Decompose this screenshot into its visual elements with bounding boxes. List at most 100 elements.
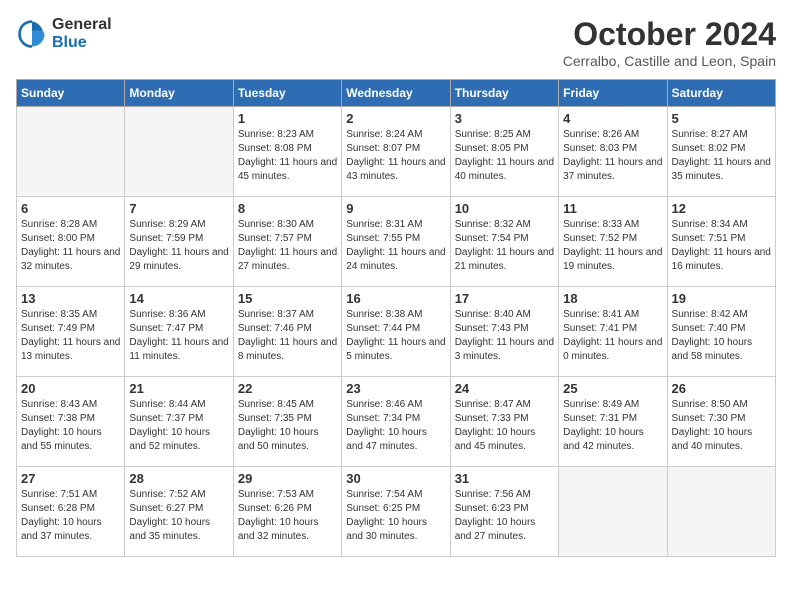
day-number: 2 bbox=[346, 111, 445, 126]
calendar-cell: 16 Sunrise: 8:38 AMSunset: 7:44 PMDayligh… bbox=[342, 287, 450, 377]
calendar-cell: 21Sunrise: 8:44 AMSunset: 7:37 PMDayligh… bbox=[125, 377, 233, 467]
day-info: Sunrise: 8:42 AMSunset: 7:40 PMDaylight:… bbox=[672, 308, 771, 364]
calendar-cell: 11 Sunrise: 8:33 AMSunset: 7:52 PMDayligh… bbox=[559, 197, 667, 287]
day-number: 12 bbox=[672, 201, 771, 216]
header-tuesday: Tuesday bbox=[233, 80, 341, 107]
day-number: 9 bbox=[346, 201, 445, 216]
calendar-cell: 6 Sunrise: 8:28 AMSunset: 8:00 PMDaylight… bbox=[17, 197, 125, 287]
day-number: 25 bbox=[563, 381, 662, 396]
day-info: Sunrise: 8:49 AMSunset: 7:31 PMDaylight:… bbox=[563, 398, 662, 454]
day-info: Sunrise: 8:37 AMSunset: 7:46 PMDaylight:… bbox=[238, 308, 337, 364]
calendar-cell: 26Sunrise: 8:50 AMSunset: 7:30 PMDayligh… bbox=[667, 377, 775, 467]
day-info: Sunrise: 8:31 AMSunset: 7:55 PMDaylight:… bbox=[346, 218, 445, 274]
day-info: Sunrise: 7:54 AMSunset: 6:25 PMDaylight:… bbox=[346, 488, 445, 544]
day-number: 18 bbox=[563, 291, 662, 306]
page-header: General Blue October 2024 Cerralbo, Cast… bbox=[16, 16, 776, 69]
header-monday: Monday bbox=[125, 80, 233, 107]
day-info: Sunrise: 8:38 AMSunset: 7:44 PMDaylight:… bbox=[346, 308, 445, 364]
calendar-week-row: 1 Sunrise: 8:23 AMSunset: 8:08 PMDaylight… bbox=[17, 107, 776, 197]
logo-blue: Blue bbox=[52, 34, 112, 52]
day-info: Sunrise: 8:47 AMSunset: 7:33 PMDaylight:… bbox=[455, 398, 554, 454]
day-number: 6 bbox=[21, 201, 120, 216]
day-info: Sunrise: 8:33 AMSunset: 7:52 PMDaylight:… bbox=[563, 218, 662, 274]
calendar-week-row: 27Sunrise: 7:51 AMSunset: 6:28 PMDayligh… bbox=[17, 467, 776, 557]
day-info: Sunrise: 8:25 AMSunset: 8:05 PMDaylight:… bbox=[455, 128, 554, 184]
day-info: Sunrise: 8:28 AMSunset: 8:00 PMDaylight:… bbox=[21, 218, 120, 274]
day-number: 14 bbox=[129, 291, 228, 306]
calendar-week-row: 6 Sunrise: 8:28 AMSunset: 8:00 PMDaylight… bbox=[17, 197, 776, 287]
day-number: 4 bbox=[563, 111, 662, 126]
header-sunday: Sunday bbox=[17, 80, 125, 107]
day-number: 29 bbox=[238, 471, 337, 486]
calendar-cell: 7 Sunrise: 8:29 AMSunset: 7:59 PMDaylight… bbox=[125, 197, 233, 287]
calendar-week-row: 20Sunrise: 8:43 AMSunset: 7:38 PMDayligh… bbox=[17, 377, 776, 467]
day-info: Sunrise: 8:29 AMSunset: 7:59 PMDaylight:… bbox=[129, 218, 228, 274]
day-info: Sunrise: 7:51 AMSunset: 6:28 PMDaylight:… bbox=[21, 488, 120, 544]
day-number: 31 bbox=[455, 471, 554, 486]
day-info: Sunrise: 8:24 AMSunset: 8:07 PMDaylight:… bbox=[346, 128, 445, 184]
calendar-cell: 9 Sunrise: 8:31 AMSunset: 7:55 PMDaylight… bbox=[342, 197, 450, 287]
calendar-cell: 1 Sunrise: 8:23 AMSunset: 8:08 PMDaylight… bbox=[233, 107, 341, 197]
calendar-cell bbox=[17, 107, 125, 197]
calendar-cell: 20Sunrise: 8:43 AMSunset: 7:38 PMDayligh… bbox=[17, 377, 125, 467]
day-number: 7 bbox=[129, 201, 228, 216]
day-number: 1 bbox=[238, 111, 337, 126]
calendar-cell bbox=[125, 107, 233, 197]
day-number: 16 bbox=[346, 291, 445, 306]
calendar-cell: 13 Sunrise: 8:35 AMSunset: 7:49 PMDayligh… bbox=[17, 287, 125, 377]
calendar-week-row: 13 Sunrise: 8:35 AMSunset: 7:49 PMDayligh… bbox=[17, 287, 776, 377]
calendar-cell: 23 Sunrise: 8:46 AMSunset: 7:34 PMDayligh… bbox=[342, 377, 450, 467]
calendar-cell: 3 Sunrise: 8:25 AMSunset: 8:05 PMDaylight… bbox=[450, 107, 558, 197]
calendar-cell: 25 Sunrise: 8:49 AMSunset: 7:31 PMDayligh… bbox=[559, 377, 667, 467]
day-info: Sunrise: 8:23 AMSunset: 8:08 PMDaylight:… bbox=[238, 128, 337, 184]
calendar-cell: 4 Sunrise: 8:26 AMSunset: 8:03 PMDaylight… bbox=[559, 107, 667, 197]
day-info: Sunrise: 8:30 AMSunset: 7:57 PMDaylight:… bbox=[238, 218, 337, 274]
header-saturday: Saturday bbox=[667, 80, 775, 107]
day-number: 19 bbox=[672, 291, 771, 306]
calendar-cell: 27Sunrise: 7:51 AMSunset: 6:28 PMDayligh… bbox=[17, 467, 125, 557]
calendar-cell bbox=[667, 467, 775, 557]
calendar-cell bbox=[559, 467, 667, 557]
day-info: Sunrise: 8:27 AMSunset: 8:02 PMDaylight:… bbox=[672, 128, 771, 184]
day-number: 23 bbox=[346, 381, 445, 396]
logo: General Blue bbox=[16, 16, 112, 51]
day-number: 28 bbox=[129, 471, 228, 486]
day-info: Sunrise: 8:46 AMSunset: 7:34 PMDaylight:… bbox=[346, 398, 445, 454]
calendar-cell: 24 Sunrise: 8:47 AMSunset: 7:33 PMDayligh… bbox=[450, 377, 558, 467]
header-wednesday: Wednesday bbox=[342, 80, 450, 107]
day-info: Sunrise: 8:41 AMSunset: 7:41 PMDaylight:… bbox=[563, 308, 662, 364]
calendar-cell: 14Sunrise: 8:36 AMSunset: 7:47 PMDayligh… bbox=[125, 287, 233, 377]
day-info: Sunrise: 8:32 AMSunset: 7:54 PMDaylight:… bbox=[455, 218, 554, 274]
calendar-table: SundayMondayTuesdayWednesdayThursdayFrid… bbox=[16, 79, 776, 557]
calendar-cell: 2 Sunrise: 8:24 AMSunset: 8:07 PMDaylight… bbox=[342, 107, 450, 197]
day-number: 5 bbox=[672, 111, 771, 126]
day-number: 24 bbox=[455, 381, 554, 396]
calendar-cell: 30 Sunrise: 7:54 AMSunset: 6:25 PMDayligh… bbox=[342, 467, 450, 557]
title-block: October 2024 Cerralbo, Castille and Leon… bbox=[563, 16, 776, 69]
day-number: 10 bbox=[455, 201, 554, 216]
calendar-cell: 31 Sunrise: 7:56 AMSunset: 6:23 PMDayligh… bbox=[450, 467, 558, 557]
day-info: Sunrise: 8:26 AMSunset: 8:03 PMDaylight:… bbox=[563, 128, 662, 184]
calendar-header-row: SundayMondayTuesdayWednesdayThursdayFrid… bbox=[17, 80, 776, 107]
calendar-cell: 17Sunrise: 8:40 AMSunset: 7:43 PMDayligh… bbox=[450, 287, 558, 377]
day-info: Sunrise: 7:52 AMSunset: 6:27 PMDaylight:… bbox=[129, 488, 228, 544]
day-info: Sunrise: 8:34 AMSunset: 7:51 PMDaylight:… bbox=[672, 218, 771, 274]
calendar-cell: 12 Sunrise: 8:34 AMSunset: 7:51 PMDayligh… bbox=[667, 197, 775, 287]
day-info: Sunrise: 8:40 AMSunset: 7:43 PMDaylight:… bbox=[455, 308, 554, 364]
day-info: Sunrise: 8:43 AMSunset: 7:38 PMDaylight:… bbox=[21, 398, 120, 454]
day-number: 3 bbox=[455, 111, 554, 126]
day-number: 13 bbox=[21, 291, 120, 306]
calendar-cell: 15Sunrise: 8:37 AMSunset: 7:46 PMDayligh… bbox=[233, 287, 341, 377]
day-number: 11 bbox=[563, 201, 662, 216]
logo-general: General bbox=[52, 16, 112, 34]
day-number: 30 bbox=[346, 471, 445, 486]
day-info: Sunrise: 8:35 AMSunset: 7:49 PMDaylight:… bbox=[21, 308, 120, 364]
day-number: 21 bbox=[129, 381, 228, 396]
day-info: Sunrise: 7:56 AMSunset: 6:23 PMDaylight:… bbox=[455, 488, 554, 544]
calendar-cell: 10 Sunrise: 8:32 AMSunset: 7:54 PMDayligh… bbox=[450, 197, 558, 287]
logo-icon bbox=[16, 18, 48, 50]
day-info: Sunrise: 8:45 AMSunset: 7:35 PMDaylight:… bbox=[238, 398, 337, 454]
calendar-cell: 19 Sunrise: 8:42 AMSunset: 7:40 PMDayligh… bbox=[667, 287, 775, 377]
calendar-cell: 22Sunrise: 8:45 AMSunset: 7:35 PMDayligh… bbox=[233, 377, 341, 467]
calendar-cell: 8Sunrise: 8:30 AMSunset: 7:57 PMDaylight… bbox=[233, 197, 341, 287]
